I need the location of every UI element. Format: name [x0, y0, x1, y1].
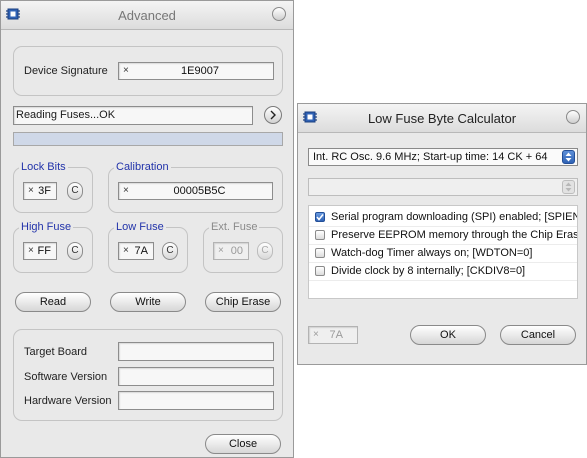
read-button[interactable]: Read — [15, 292, 91, 312]
low-fuse-value: 7A — [134, 245, 148, 257]
high-fuse-legend: High Fuse — [19, 221, 74, 233]
calibration-group: Calibration × 00005B5C — [108, 161, 283, 213]
calculator-titlebar: Low Fuse Byte Calculator — [298, 104, 586, 133]
arrow-right-icon — [270, 110, 276, 120]
calibration-value: 00005B5C — [173, 185, 226, 197]
high-fuse-calc-button[interactable]: C — [67, 242, 83, 260]
chip-erase-button[interactable]: Chip Erase — [205, 292, 281, 312]
target-board-label: Target Board — [24, 346, 87, 358]
lock-bits-value: 3F — [38, 185, 51, 197]
window-close-icon[interactable] — [272, 7, 286, 21]
field-marker-icon: × — [28, 245, 34, 256]
software-version-field — [118, 367, 274, 386]
option-checkbox[interactable] — [315, 230, 325, 240]
device-signature-value: 1E9007 — [181, 65, 219, 77]
lock-bits-legend: Lock Bits — [19, 161, 68, 173]
low-fuse-legend: Low Fuse — [114, 221, 166, 233]
advanced-title: Advanced — [118, 8, 176, 23]
option-checkbox[interactable] — [315, 212, 325, 222]
field-marker-icon: × — [123, 185, 129, 196]
hardware-version-field — [118, 391, 274, 410]
window-close-icon[interactable] — [566, 110, 580, 124]
device-signature-field: × 1E9007 — [118, 62, 274, 80]
info-group: Target Board Software Version Hardware V… — [13, 329, 283, 421]
proceed-button[interactable] — [264, 106, 282, 124]
option-label: Preserve EEPROM memory through the Chip … — [331, 229, 578, 241]
list-item[interactable]: Serial program downloading (SPI) enabled… — [309, 208, 577, 227]
low-fuse-calc-button[interactable]: C — [162, 242, 178, 260]
lock-bits-group: Lock Bits × 3F C — [13, 161, 93, 213]
high-fuse-value: FF — [37, 245, 51, 257]
clock-select[interactable]: Int. RC Osc. 9.6 MHz; Start-up time: 14 … — [308, 148, 578, 166]
list-item[interactable]: Divide clock by 8 internally; [CKDIV8=0] — [309, 262, 577, 281]
device-signature-label: Device Signature — [24, 65, 108, 77]
clock-select-value: Int. RC Osc. 9.6 MHz; Start-up time: 14 … — [313, 151, 548, 163]
fuse-options-list: Serial program downloading (SPI) enabled… — [308, 205, 578, 299]
software-version-label: Software Version — [24, 371, 108, 383]
target-board-field — [118, 342, 274, 361]
ext-fuse-legend: Ext. Fuse — [209, 221, 260, 233]
calculator-window: Low Fuse Byte Calculator Int. RC Osc. 9.… — [297, 103, 587, 365]
ok-button[interactable]: OK — [410, 325, 486, 345]
calculator-title: Low Fuse Byte Calculator — [367, 111, 517, 126]
device-signature-group: Device Signature × 1E9007 — [13, 46, 283, 96]
ext-fuse-calc-button: C — [257, 242, 273, 260]
secondary-select — [308, 178, 578, 196]
status-text: Reading Fuses...OK — [16, 109, 116, 121]
field-marker-icon: × — [28, 185, 34, 196]
write-button[interactable]: Write — [110, 292, 186, 312]
option-label: Serial program downloading (SPI) enabled… — [331, 211, 578, 223]
fuse-value: 7A — [329, 329, 343, 341]
option-checkbox[interactable] — [315, 266, 325, 276]
fuse-value-field: × 7A — [308, 326, 358, 344]
list-item[interactable]: Watch-dog Timer always on; [WDTON=0] — [309, 244, 577, 263]
ext-fuse-group: Ext. Fuse × 00 C — [203, 221, 283, 273]
high-fuse-field[interactable]: × FF — [23, 242, 57, 260]
field-marker-icon: × — [123, 65, 129, 76]
close-button[interactable]: Close — [205, 434, 281, 454]
ext-fuse-value: 00 — [230, 245, 243, 257]
hardware-version-label: Hardware Version — [24, 395, 112, 407]
calibration-legend: Calibration — [114, 161, 171, 173]
field-marker-icon: × — [218, 245, 224, 256]
advanced-window: Advanced Device Signature × 1E9007 Readi… — [0, 0, 294, 458]
progress-bar — [13, 132, 283, 146]
list-item[interactable]: Preserve EEPROM memory through the Chip … — [309, 226, 577, 245]
option-checkbox[interactable] — [315, 248, 325, 258]
high-fuse-group: High Fuse × FF C — [13, 221, 93, 273]
calibration-field: × 00005B5C — [118, 182, 273, 200]
lock-bits-calc-button[interactable]: C — [67, 182, 83, 200]
status-field: Reading Fuses...OK — [13, 106, 253, 125]
low-fuse-field[interactable]: × 7A — [118, 242, 154, 260]
option-label: Watch-dog Timer always on; [WDTON=0] — [331, 247, 533, 259]
select-arrows-icon — [562, 180, 575, 194]
low-fuse-group: Low Fuse × 7A C — [108, 221, 188, 273]
field-marker-icon: × — [313, 329, 319, 340]
option-label: Divide clock by 8 internally; [CKDIV8=0] — [331, 265, 526, 277]
field-marker-icon: × — [123, 245, 129, 256]
advanced-titlebar: Advanced — [1, 1, 293, 30]
cancel-button[interactable]: Cancel — [500, 325, 576, 345]
progress-fill — [14, 133, 282, 145]
lock-bits-field[interactable]: × 3F — [23, 182, 57, 200]
select-arrows-icon — [562, 150, 575, 164]
ext-fuse-field: × 00 — [213, 242, 249, 260]
